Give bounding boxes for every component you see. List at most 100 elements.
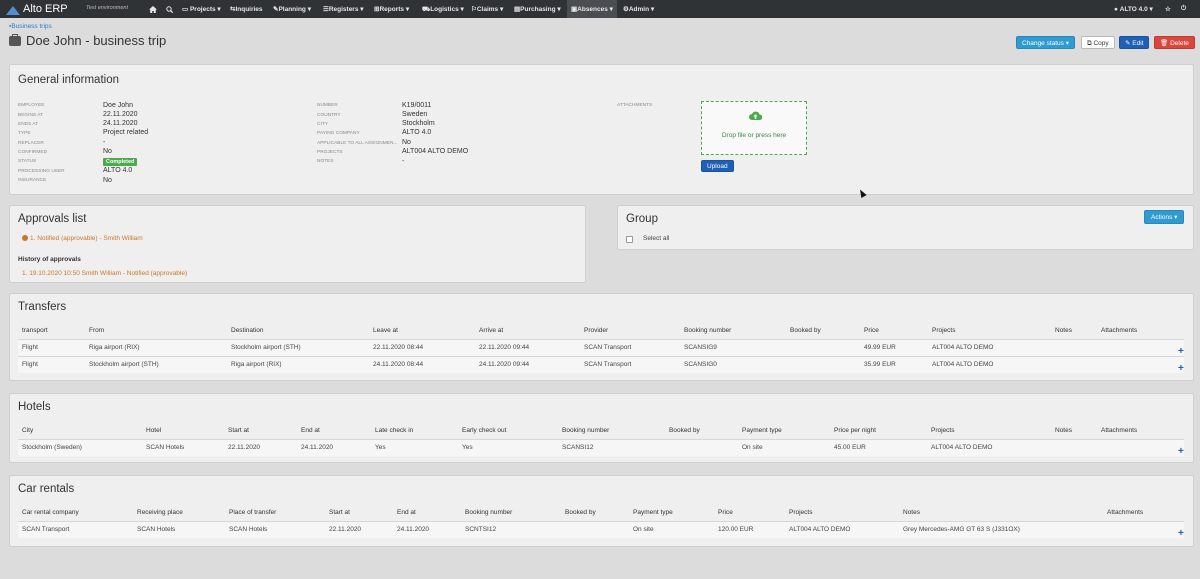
transfers-col-destination[interactable]: Destination	[231, 327, 264, 334]
nav-purchasing[interactable]: ▤ Purchasing ▾	[514, 0, 561, 18]
table-cell: 24.11.2020 09:44	[479, 361, 530, 368]
nav-absences-label: Absences ▾	[577, 6, 613, 13]
breadcrumb[interactable]: ▪Business trips	[9, 23, 52, 30]
transfers-col-notes[interactable]: Notes	[1055, 327, 1072, 334]
cars-col-booking-number[interactable]: Booking number	[465, 509, 512, 516]
edit-button[interactable]: ✎ Edit	[1119, 36, 1150, 49]
transfers-col-provider[interactable]: Provider	[584, 327, 608, 334]
change-status-button[interactable]: Change status ▾	[1016, 36, 1075, 49]
insurance-label: Insurance	[18, 178, 47, 183]
cloud-upload-icon	[749, 111, 762, 120]
transfers-col-price[interactable]: Price	[864, 327, 879, 334]
copy-label: Copy	[1093, 40, 1109, 47]
cars-col-attachments[interactable]: Attachments	[1107, 509, 1143, 516]
table-cell: Grey Mercedes-AMG GT 63 S (J331OX)	[903, 526, 1020, 533]
hotels-col-end-at[interactable]: End at	[301, 427, 320, 434]
table-cell: SCANSIG0	[684, 361, 717, 368]
search-icon[interactable]	[166, 0, 173, 18]
group-actions-button[interactable]: Actions ▾	[1144, 210, 1185, 224]
nav-claims[interactable]: ⚐ Claims ▾	[471, 0, 503, 18]
transfers-col-booked-by[interactable]: Booked by	[790, 327, 821, 334]
home-icon[interactable]	[149, 0, 157, 18]
add-attachment-icon[interactable]: +	[1178, 347, 1184, 357]
environment-label: Test environment	[86, 5, 128, 11]
hotels-col-start-at[interactable]: Start at	[228, 427, 249, 434]
processing-user-value: ALTO 4.0	[103, 167, 133, 174]
user-menu[interactable]: ● ALTO 4.0 ▾	[1114, 0, 1153, 18]
cars-col-end-at[interactable]: End at	[397, 509, 416, 516]
add-attachment-icon[interactable]: +	[1178, 529, 1184, 539]
history-item: 1. 19.10.2020 10:50 Smith William - Noti…	[22, 270, 188, 277]
nav-purchasing-label: Purchasing ▾	[520, 6, 561, 13]
hotels-col-attachments[interactable]: Attachments	[1101, 427, 1137, 434]
employee-value: Doe John	[103, 102, 133, 109]
cars-col-receiving-place[interactable]: Receiving place	[137, 509, 183, 516]
begins-at-label: Begins at	[18, 113, 43, 118]
city-value: Stockholm	[402, 120, 435, 127]
hotels-col-hotel[interactable]: Hotel	[146, 427, 161, 434]
begins-at-value: 22.11.2020	[103, 111, 138, 118]
nav-claims-label: Claims ▾	[476, 6, 504, 13]
table-cell: Flight	[22, 361, 38, 368]
transfers-col-transport[interactable]: transport	[22, 327, 48, 334]
nav-registers[interactable]: ☰ Registers ▾	[323, 0, 364, 18]
nav-projects[interactable]: ▭ Projects ▾	[182, 0, 221, 18]
nav-projects-label: Projects ▾	[189, 6, 221, 13]
nav-logistics[interactable]: ⛟ Logistics ▾	[422, 0, 464, 18]
table-cell: SCAN Transport	[584, 361, 632, 368]
hotels-col-price-per-night[interactable]: Price per night	[834, 427, 876, 434]
nav-planning[interactable]: ✎ Planning ▾	[273, 0, 311, 18]
type-label: Type	[18, 131, 31, 136]
page-title: Doe John - business trip	[9, 33, 166, 48]
table-cell: ALT004 ALTO DEMO	[932, 344, 994, 351]
edit-label: Edit	[1132, 40, 1144, 47]
add-attachment-icon[interactable]: +	[1178, 364, 1184, 374]
table-cell: 35.99 EUR	[864, 361, 896, 368]
country-value: Sweden	[402, 111, 428, 118]
hotels-col-early-check-out[interactable]: Early check out	[462, 427, 506, 434]
table-cell: Stockholm airport (STH)	[89, 361, 159, 368]
hotels-col-payment-type[interactable]: Payment type	[742, 427, 782, 434]
cars-col-payment-type[interactable]: Payment type	[633, 509, 673, 516]
transfers-col-leave-at[interactable]: Leave at	[373, 327, 398, 334]
hotels-col-projects[interactable]: Projects	[931, 427, 954, 434]
delete-button[interactable]: 🗑 Delete	[1154, 36, 1195, 49]
cars-col-booked-by[interactable]: Booked by	[565, 509, 596, 516]
hotels-col-booked-by[interactable]: Booked by	[669, 427, 700, 434]
upload-button[interactable]: Upload	[701, 160, 734, 172]
cars-col-place-of-transfer[interactable]: Place of transfer	[229, 509, 276, 516]
attachments-label: Attachments	[617, 103, 653, 108]
logout-icon[interactable]: ⏻	[1181, 0, 1186, 18]
cars-col-start-at[interactable]: Start at	[329, 509, 350, 516]
copy-button[interactable]: ⧉ Copy	[1081, 36, 1115, 49]
logo-icon	[6, 4, 20, 15]
breadcrumb-label[interactable]: Business trips	[11, 23, 51, 30]
cars-col-projects[interactable]: Projects	[789, 509, 812, 516]
app-logo[interactable]: Alto ERP	[6, 0, 68, 18]
replacer-value: -	[103, 139, 106, 146]
add-attachment-icon[interactable]: +	[1178, 447, 1184, 457]
hotels-col-city[interactable]: City	[22, 427, 33, 434]
hotels-col-booking-number[interactable]: Booking number	[562, 427, 609, 434]
hotels-col-notes[interactable]: Notes	[1055, 427, 1072, 434]
hotels-col-late-check-in[interactable]: Late check in	[375, 427, 413, 434]
transfers-col-attachments[interactable]: Attachments	[1101, 327, 1137, 334]
table-cell: On site	[633, 526, 654, 533]
cars-col-notes[interactable]: Notes	[903, 509, 920, 516]
nav-admin[interactable]: ⚙ Admin ▾	[623, 0, 654, 18]
transfers-col-booking-number[interactable]: Booking number	[684, 327, 731, 334]
nav-inquiries[interactable]: ⇆ Inquiries	[230, 0, 263, 18]
select-all-checkbox[interactable]	[626, 236, 633, 243]
approval-item-text: 1. Notified (approvable) - Smith William	[30, 235, 143, 242]
transfers-col-from[interactable]: From	[89, 327, 104, 334]
nav-absences[interactable]: ▣ Absences ▾	[567, 0, 617, 18]
pencil-icon: ✎	[1125, 40, 1131, 47]
cars-col-company[interactable]: Car rental company	[22, 509, 79, 516]
transfers-col-arrive-at[interactable]: Arrive at	[479, 327, 503, 334]
cars-col-price[interactable]: Price	[718, 509, 733, 516]
paying-company-value: ALTO 4.0	[402, 129, 432, 136]
nav-reports[interactable]: ⊞ Reports ▾	[374, 0, 409, 18]
transfers-col-projects[interactable]: Projects	[932, 327, 955, 334]
file-dropzone[interactable]: Drop file or press here	[701, 101, 807, 155]
star-icon[interactable]: ☆	[1165, 0, 1171, 18]
